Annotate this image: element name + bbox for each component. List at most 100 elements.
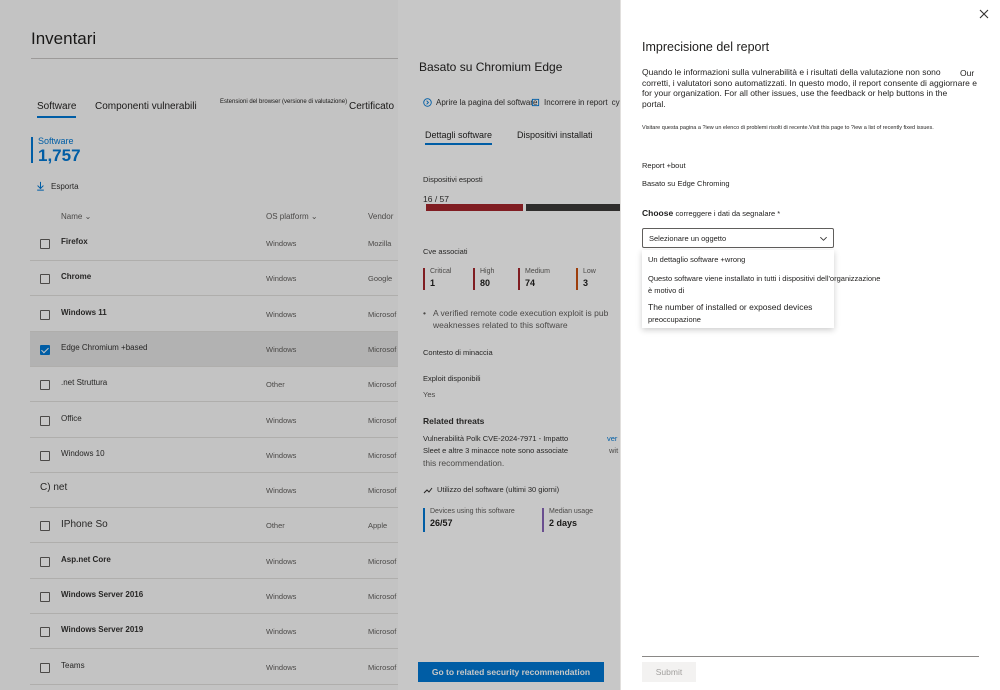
dropdown-option[interactable]: Un dettaglio software +wrong (648, 255, 745, 264)
threat-line: this recommendation. (423, 458, 505, 468)
severity-label: Medium (525, 268, 550, 275)
row-name: Windows 10 (61, 448, 105, 458)
description-line: Quando le informazioni sulla vulnerabili… (642, 67, 941, 77)
table-row[interactable]: Asp.net Core Windows Microsof (30, 544, 400, 579)
exploit-warning-line: weaknesses related to this software (433, 320, 568, 330)
row-vendor: Mozilla (368, 239, 392, 248)
table-row[interactable]: Teams Windows Microsof (30, 650, 400, 685)
table-row[interactable]: Windows Server 2016 Windows Microsof (30, 579, 400, 614)
row-os: Other (266, 521, 285, 531)
page-title: Inventari (31, 29, 97, 48)
usage-heading-label: Utilizzo del software (ultimi 30 giorni) (437, 485, 560, 494)
tab-software[interactable]: Software (37, 101, 77, 118)
table-row[interactable]: Windows 10 Windows Microsof (30, 438, 400, 473)
software-count-value: 1,757 (38, 146, 81, 165)
row-vendor: Google (368, 274, 393, 284)
dropdown-options-list: Un dettaglio software +wrong Questo soft… (642, 250, 880, 328)
tab-certificates[interactable]: Certificato (349, 101, 394, 112)
table-row[interactable]: Office Windows Microsof (30, 403, 400, 438)
export-button[interactable]: Esporta (36, 181, 79, 191)
row-name: Chrome (61, 272, 92, 282)
row-vendor: Microsof (368, 662, 397, 672)
row-checkbox[interactable] (40, 344, 50, 355)
column-header-name[interactable]: Name ⌄ (61, 212, 91, 221)
panel-title: Imprecisione del report (642, 40, 770, 54)
severity-value: 3 (583, 278, 589, 288)
exploit-warning: A verified remote code execution exploit… (423, 307, 619, 331)
row-os: Other (266, 380, 285, 390)
column-header-os[interactable]: OS platform ⌄ (266, 212, 318, 221)
row-name: Office (61, 413, 82, 423)
usage-heading: Utilizzo del software (ultimi 30 giorni) (423, 485, 559, 494)
row-checkbox[interactable] (40, 309, 50, 320)
row-name: Teams (61, 660, 85, 670)
row-checkbox[interactable] (40, 239, 50, 249)
inaccuracy-type-dropdown[interactable]: Selezionare un oggetto (642, 228, 834, 248)
tab-browser-extensions[interactable]: Estensioni del browser (versione di valu… (220, 99, 347, 105)
row-name: Windows Server 2016 (61, 590, 144, 599)
severity-value: 80 (480, 278, 491, 288)
severity-high: High 80 (473, 268, 513, 290)
row-checkbox[interactable] (40, 556, 50, 567)
open-software-page-link[interactable]: Aprire la pagina del software (423, 98, 537, 107)
recently-fixed-link[interactable]: Visitare questa pagina a ?iew un elenco … (642, 125, 982, 131)
table-row[interactable]: C) net Windows Microsof (30, 473, 400, 509)
chevron-down-icon: ⌄ (84, 212, 92, 221)
exposed-devices-label: Dispositivi esposti (423, 175, 483, 184)
close-icon[interactable] (978, 8, 990, 20)
tab-software-details[interactable]: Dettagli software (425, 130, 493, 145)
choose-data-label: Choose correggere i dati da segnalare * (642, 208, 780, 218)
table-row[interactable]: IPhone So Other Apple (30, 508, 400, 544)
row-vendor: Microsof (368, 380, 397, 390)
description-line: corretti, i valutatori sono automatizzat… (642, 77, 977, 88)
row-checkbox[interactable] (40, 380, 50, 391)
download-icon (37, 181, 44, 191)
row-vendor: Microsof (368, 309, 397, 319)
row-os: Windows (266, 239, 297, 248)
description-line: portal. (642, 98, 666, 109)
footer-divider (642, 656, 979, 657)
dropdown-option[interactable]: Questo software viene installato in tutt… (648, 274, 880, 283)
tab-vulnerable-components[interactable]: Componenti vulnerabili (95, 101, 197, 112)
software-count-label: Software (38, 136, 74, 146)
table-row[interactable]: .net Struttura Other Microsof (30, 367, 400, 403)
table-row[interactable]: Firefox Windows Mozilla (30, 226, 400, 261)
go-to-recommendation-button[interactable]: Go to related security recommendation (418, 662, 604, 682)
exploit-warning-line: A verified remote code execution exploit… (433, 308, 609, 318)
row-os: Windows (266, 274, 297, 284)
row-checkbox[interactable] (40, 415, 50, 426)
trend-icon (423, 487, 433, 493)
table-row[interactable]: Edge Chromium +based Windows Microsof (30, 331, 400, 367)
row-checkbox[interactable] (40, 592, 50, 602)
column-header-vendor[interactable]: Vendor (368, 212, 393, 221)
row-checkbox[interactable] (40, 627, 50, 638)
open-software-page-label: Aprire la pagina del software (436, 98, 538, 107)
panel-description: Quando le informazioni sulla vulnerabili… (642, 67, 982, 109)
dropdown-option[interactable]: The number of installed or exposed devic… (648, 302, 812, 312)
row-name: .net Struttura (61, 378, 108, 388)
row-vendor: Microsof (368, 486, 397, 496)
row-os: Windows (266, 344, 297, 354)
row-checkbox[interactable] (40, 274, 50, 285)
row-vendor: Microsof (368, 592, 397, 601)
row-os: Windows (266, 627, 297, 637)
metric-value: 2 days (549, 518, 578, 528)
row-checkbox[interactable] (40, 662, 50, 673)
row-vendor: Microsof (368, 627, 397, 637)
table-row[interactable]: Windows 11 Windows Microsof (30, 297, 400, 332)
table-row[interactable]: Windows Server 2019 Windows Microsof (30, 614, 400, 650)
dropdown-selected-value: Selezionare un oggetto (649, 234, 727, 243)
row-name: IPhone So (61, 519, 108, 531)
report-inaccuracy-link[interactable]: Incorrere in report cy (531, 98, 620, 107)
tab-installed-devices[interactable]: Dispositivi installati (517, 130, 593, 140)
row-checkbox[interactable] (40, 521, 50, 532)
associated-cve-label: Cve associati (423, 247, 468, 256)
row-vendor: Microsof (368, 415, 397, 425)
threat-link[interactable]: ver (607, 434, 617, 443)
table-row[interactable]: Chrome Windows Google (30, 261, 400, 297)
row-os: Windows (266, 662, 297, 672)
severity-label: High (480, 268, 495, 275)
severity-critical: Critical 1 (423, 268, 463, 290)
submit-button[interactable]: Submit (642, 662, 696, 682)
row-checkbox[interactable] (40, 450, 50, 461)
